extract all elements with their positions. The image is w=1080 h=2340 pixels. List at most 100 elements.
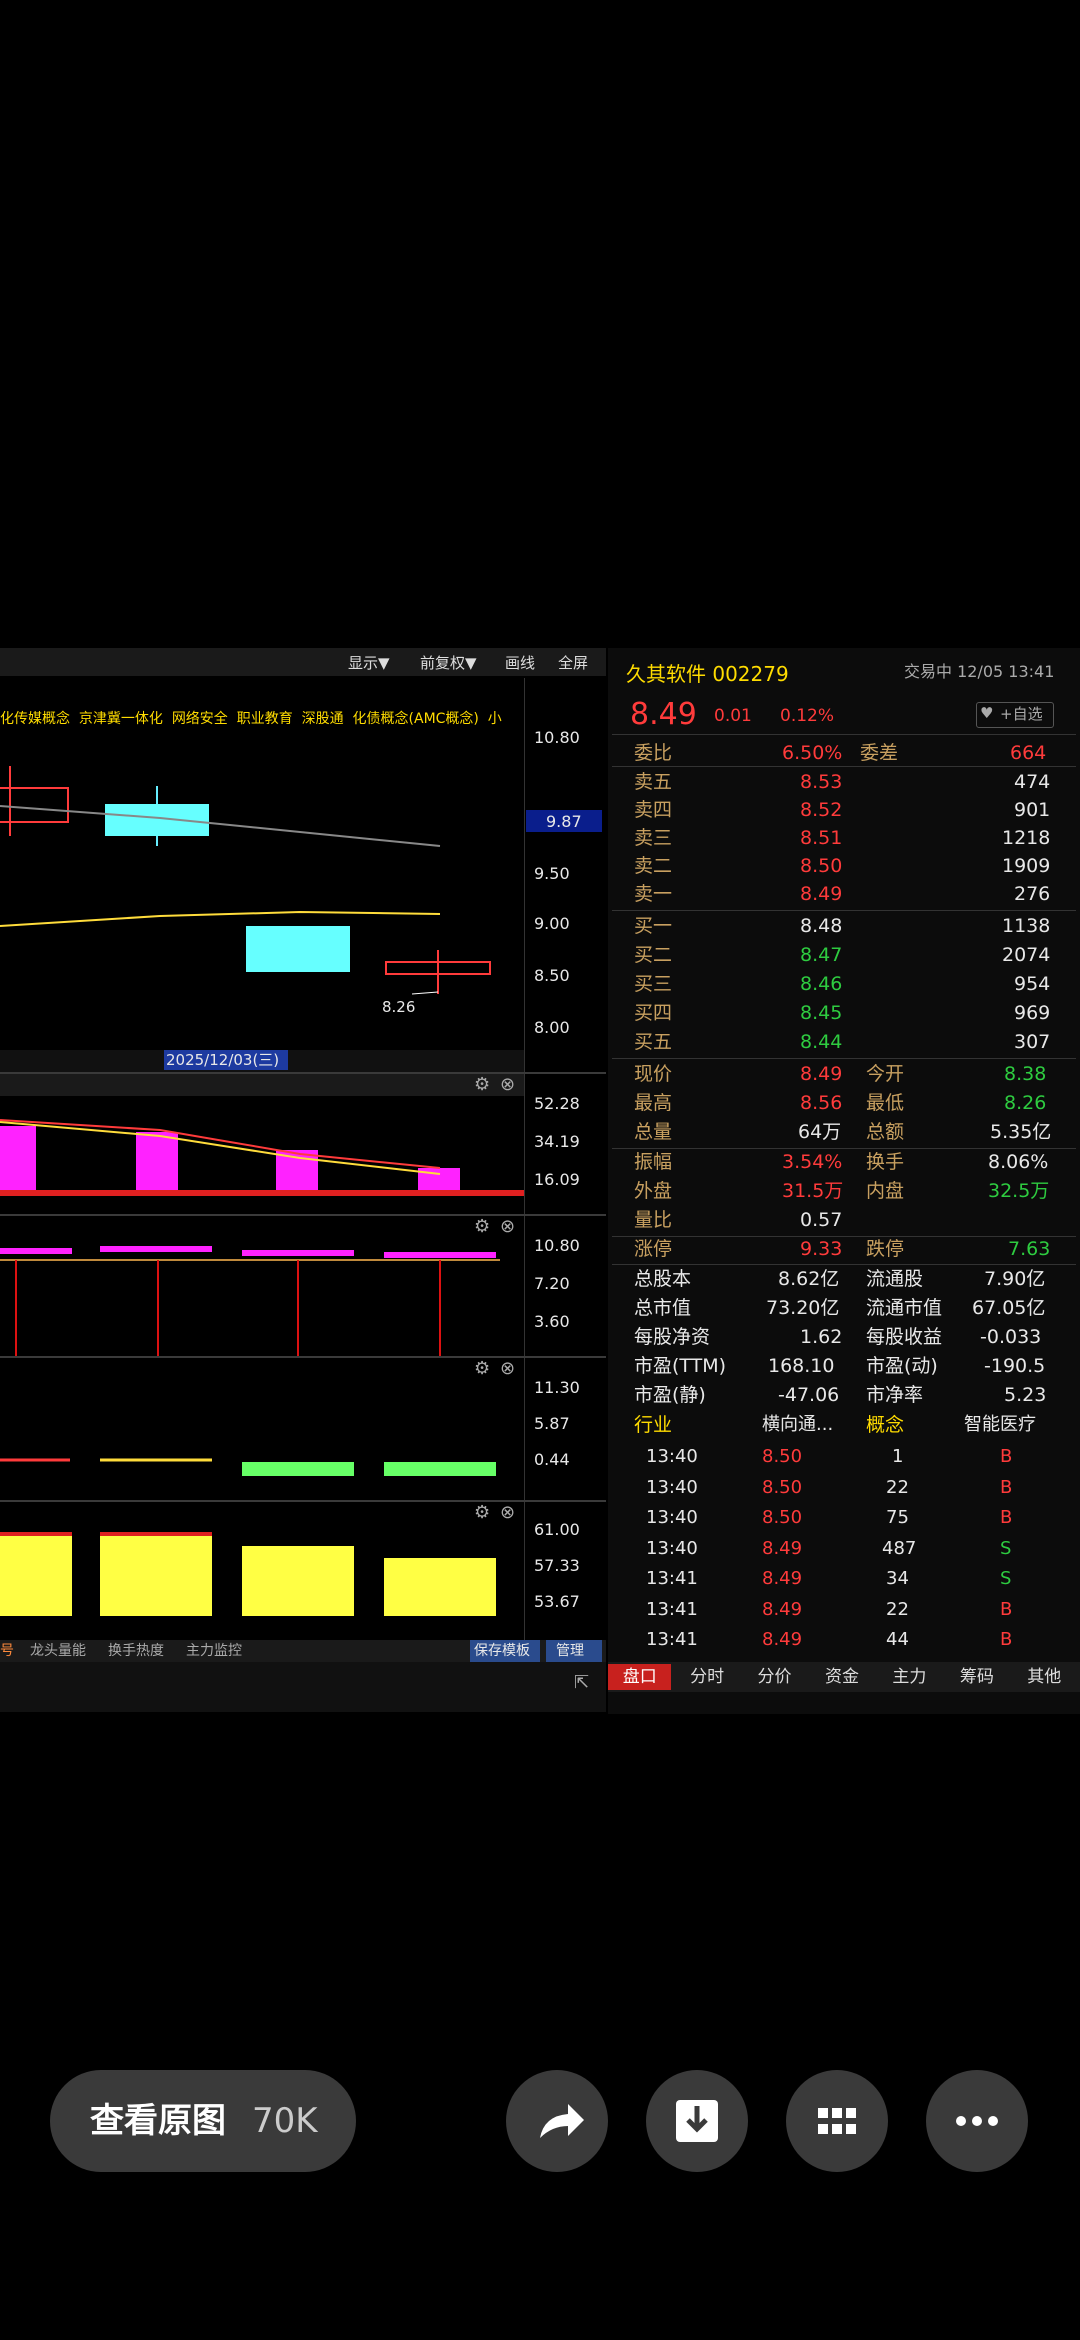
tick-price: 8.49 [762,1568,803,1589]
download-button[interactable] [646,2070,748,2172]
quote-tab[interactable]: 主力 [878,1664,941,1690]
sell-label: 卖四 [634,799,673,821]
fuquan-button[interactable]: 前复权▼ [420,656,477,671]
divider [612,1148,1076,1149]
stat-value: 8.26 [1004,1092,1047,1114]
quote-tab[interactable]: 其他 [1013,1664,1076,1690]
ind4-bar [242,1546,354,1616]
vol-axis-label: 16.09 [534,1170,580,1189]
concept-tag[interactable]: 京津冀一体化 [79,711,163,727]
indicator2-chart [0,1246,500,1356]
grid-button[interactable] [786,2070,888,2172]
ind3-bar [384,1462,496,1476]
buy-volume: 1138 [1002,915,1051,937]
concept-value[interactable]: 智能医疗 [964,1416,1036,1434]
heart-icon: ♥ [980,704,994,722]
quote-tab[interactable]: 筹码 [945,1664,1008,1690]
concept-tag[interactable]: 小 [488,711,502,727]
export-icon[interactable]: ⇱ [574,1674,589,1692]
concept-label: 概念 [866,1414,905,1436]
candle-body [246,926,350,972]
tick-side: B [1000,1629,1013,1650]
ind4-axis-label: 53.67 [534,1592,580,1611]
share-button[interactable] [506,2070,608,2172]
grid-icon [818,2108,856,2134]
price-axis-label: 10.80 [534,728,580,747]
download-icon [676,2100,718,2142]
tick-time: 13:41 [646,1629,698,1650]
ind4-bar [0,1536,72,1616]
vol-ma-line [0,1121,441,1175]
volume-bar [136,1132,178,1190]
quote-tab[interactable]: 资金 [810,1664,873,1690]
screenshot-image: 显示▼ 前复权▼ 画线 全屏 化传媒概念 京津冀一体化 网络安全 职业教育 深股… [0,616,1080,1724]
display-button[interactable]: 显示▼ [348,656,390,671]
stat-label: 总市值 [634,1297,692,1319]
stat-label: 今开 [866,1063,905,1085]
indicator-tab[interactable]: 号 [0,1644,14,1658]
buy-volume: 307 [1014,1031,1051,1053]
stat-value: 73.20亿 [766,1297,840,1319]
ind2-axis-label: 3.60 [534,1312,570,1331]
tick-price: 8.49 [762,1598,803,1620]
concept-tag[interactable]: 化传媒概念 [0,711,70,727]
quote-tab[interactable]: 盘口 [608,1664,672,1690]
concept-tag[interactable]: 网络安全 [172,711,228,727]
sell-volume: 276 [1014,883,1051,905]
indicator4-chart [0,1532,496,1616]
gear-icon[interactable]: ⚙ [474,1218,490,1236]
axis-divider [524,678,525,1678]
stat-label: 市盈(动) [866,1355,938,1377]
quote-tab[interactable]: 分价 [743,1664,806,1690]
buy-price: 8.46 [800,973,843,995]
draw-button[interactable]: 画线 [505,656,535,671]
sell-price: 8.49 [800,883,843,905]
stat-label: 市盈(TTM) [634,1355,727,1377]
quote-tab[interactable]: 分时 [675,1664,738,1690]
low-arrow [411,991,439,995]
more-icon [956,2116,998,2126]
stat-label: 市净率 [866,1384,924,1406]
stat-value: 7.63 [1008,1238,1051,1260]
volume-baseline [0,1190,524,1196]
sell-label: 卖三 [634,827,673,849]
sell-price: 8.50 [800,855,843,877]
divider [612,910,1076,911]
stat-label: 总额 [866,1121,905,1143]
concept-tag[interactable]: 深股通 [302,711,344,727]
industry-value[interactable]: 横向通... [762,1416,833,1434]
image-size-label: 70K [252,2101,318,2141]
gear-icon[interactable]: ⚙ [474,1076,490,1094]
stat-value: 168.10 [768,1355,835,1377]
panel-divider [0,1214,606,1216]
close-icon[interactable]: ⊗ [500,1218,515,1236]
indicator-tab[interactable]: 龙头量能 [30,1644,86,1658]
tick-price: 8.50 [762,1476,803,1498]
volume-header [0,1074,524,1096]
tick-side: S [1000,1568,1012,1589]
concept-tag[interactable]: 化债概念(AMC概念) [353,711,479,727]
buy-label: 买二 [634,944,673,966]
indicator-tab[interactable]: 主力监控 [186,1644,242,1658]
stat-label: 总股本 [634,1268,692,1290]
close-icon[interactable]: ⊗ [500,1076,515,1094]
sell-label: 卖五 [634,771,673,793]
stat-label: 换手 [866,1151,905,1173]
sell-volume: 901 [1014,799,1051,821]
stat-value: 8.56 [800,1092,843,1114]
industry-label: 行业 [634,1414,673,1436]
divider [612,766,1076,767]
concept-tag[interactable]: 职业教育 [237,711,293,727]
stat-value: 1.62 [800,1326,843,1348]
ind3-axis-label: 0.44 [534,1450,570,1469]
indicator-tab[interactable]: 换手热度 [108,1644,164,1658]
fullscreen-button[interactable]: 全屏 [558,656,588,671]
stat-label: 总量 [634,1121,673,1143]
stat-label: 量比 [634,1209,673,1231]
ind4-top [100,1532,212,1536]
tick-time: 13:41 [646,1568,698,1589]
stat-label: 最高 [634,1092,673,1114]
more-button[interactable] [926,2070,1028,2172]
stat-value: -190.5 [984,1355,1046,1377]
ind3-axis-label: 11.30 [534,1378,580,1397]
